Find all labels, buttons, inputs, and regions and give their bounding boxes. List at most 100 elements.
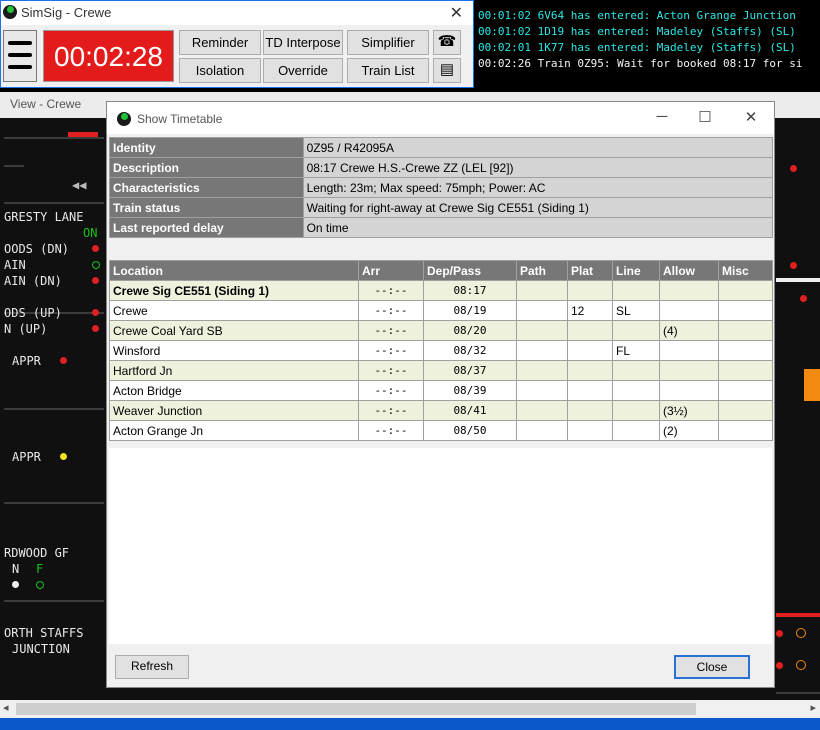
timetable-row[interactable]: Crewe Sig CE551 (Siding 1) --:-- 08:17	[109, 280, 773, 301]
timetable-row[interactable]: Acton Bridge --:-- 08/39	[109, 380, 773, 401]
column-header-dep-pass[interactable]: Dep/Pass	[423, 260, 517, 281]
signal-red-icon[interactable]	[776, 630, 783, 637]
cell-misc	[718, 420, 773, 441]
simsig-logo-icon	[3, 5, 17, 19]
cell-dep: 08/39	[423, 380, 517, 401]
main-title-bar[interactable]: SimSig - Crewe ✕	[1, 1, 473, 25]
column-header-misc[interactable]: Misc	[718, 260, 773, 281]
cell-allow	[659, 300, 719, 321]
cell-line	[612, 380, 660, 401]
horizontal-scrollbar[interactable]: ◂ ▸	[0, 700, 820, 718]
override-button[interactable]: Override	[263, 58, 343, 83]
isolation-button[interactable]: Isolation	[179, 58, 261, 83]
cell-dep: 08/20	[423, 320, 517, 341]
signal-red-icon[interactable]	[92, 277, 99, 284]
info-value: On time	[302, 217, 774, 238]
signal-red-icon[interactable]	[790, 262, 797, 269]
scroll-right-icon[interactable]: ▸	[810, 701, 816, 714]
reminder-button[interactable]: Reminder	[179, 30, 261, 55]
cell-path	[516, 280, 568, 301]
log-message: 00:01:02 6V64 has entered: Acton Grange …	[478, 9, 796, 22]
cell-path	[516, 300, 568, 321]
signal-red-icon[interactable]	[92, 245, 99, 252]
cell-path	[516, 340, 568, 361]
timetable-row[interactable]: Acton Grange Jn --:-- 08/50 (2)	[109, 420, 773, 441]
column-header-arr[interactable]: Arr	[358, 260, 424, 281]
cell-line	[612, 360, 660, 381]
cell-plat	[567, 360, 613, 381]
menu-button[interactable]	[3, 30, 37, 82]
location-label: ORTH STAFFS	[4, 626, 84, 640]
location-label: OODS (DN)	[4, 242, 70, 256]
cell-arr: --:--	[358, 320, 424, 341]
cell-path	[516, 320, 568, 341]
simsig-logo-icon	[117, 112, 131, 126]
column-header-allow[interactable]: Allow	[659, 260, 719, 281]
signal-ring-icon[interactable]	[796, 660, 806, 670]
sim-clock[interactable]: 00:02:28	[43, 30, 174, 82]
close-button[interactable]: Close	[674, 655, 750, 679]
cell-location: Acton Grange Jn	[109, 420, 359, 441]
info-label: Description	[109, 157, 304, 178]
info-value: Length: 23m; Max speed: 75mph; Power: AC	[302, 177, 774, 198]
simplifier-button[interactable]: Simplifier	[347, 30, 429, 55]
signal-red-icon[interactable]	[92, 325, 99, 332]
signal-red-icon[interactable]	[60, 357, 67, 364]
signal-green-ring-icon[interactable]	[92, 261, 100, 269]
cell-path	[516, 400, 568, 421]
location-label: ODS (UP)	[4, 306, 62, 320]
phone-icon[interactable]: ☎	[433, 30, 461, 55]
refresh-button[interactable]: Refresh	[115, 655, 189, 679]
scroll-left-icon[interactable]: ◂	[3, 701, 9, 714]
track-segment	[4, 202, 104, 204]
signal-yellow-icon[interactable]	[60, 453, 67, 460]
close-icon[interactable]: ✕	[450, 3, 463, 23]
close-icon[interactable]: ✕	[741, 108, 761, 126]
track-segment	[776, 692, 820, 694]
cell-misc	[718, 300, 773, 321]
platform-marker	[804, 369, 820, 401]
signal-red-icon[interactable]	[776, 662, 783, 669]
taskbar-edge	[0, 718, 820, 730]
cell-arr: --:--	[358, 420, 424, 441]
message-log[interactable]: 00:01:02 6V64 has entered: Acton Grange …	[476, 0, 820, 96]
signal-red-icon[interactable]	[790, 165, 797, 172]
timetable-table[interactable]: Location Arr Dep/Pass Path Plat Line All…	[109, 260, 773, 441]
column-header-plat[interactable]: Plat	[567, 260, 613, 281]
view-window-title: View - Crewe	[10, 97, 82, 111]
timetable-row[interactable]: Crewe --:-- 08/19 12 SL	[109, 300, 773, 321]
cell-path	[516, 360, 568, 381]
signal-ring-icon[interactable]	[796, 628, 806, 638]
gf-normal-indicator-icon	[12, 581, 19, 588]
info-row: Train status Waiting for right-away at Cr…	[109, 197, 774, 218]
cell-arr: --:--	[358, 300, 424, 321]
column-header-line[interactable]: Line	[612, 260, 660, 281]
timetable-row[interactable]: Hartford Jn --:-- 08/37	[109, 360, 773, 381]
cell-allow	[659, 380, 719, 401]
cell-location: Crewe	[109, 300, 359, 321]
cell-dep: 08/50	[423, 420, 517, 441]
scrollbar-thumb[interactable]	[16, 703, 696, 715]
cell-allow: (4)	[659, 320, 719, 341]
cell-misc	[718, 320, 773, 341]
signal-red-icon[interactable]	[92, 309, 99, 316]
signal-red-icon[interactable]	[800, 295, 807, 302]
maximize-icon[interactable]: ☐	[695, 108, 715, 126]
cell-line: FL	[612, 340, 660, 361]
timetable-row[interactable]: Weaver Junction --:-- 08/41 (3½)	[109, 400, 773, 421]
info-row: Last reported delay On time	[109, 217, 774, 238]
timetable-row[interactable]: Crewe Coal Yard SB --:-- 08/20 (4)	[109, 320, 773, 341]
dialog-title-bar[interactable]: Show Timetable ─ ☐ ✕	[107, 102, 774, 134]
td-interpose-button[interactable]: TD Interpose	[263, 30, 343, 55]
info-label: Characteristics	[109, 177, 304, 198]
column-header-path[interactable]: Path	[516, 260, 568, 281]
cell-arr: --:--	[358, 400, 424, 421]
minimize-icon[interactable]: ─	[652, 108, 672, 125]
train-list-button[interactable]: Train List	[347, 58, 429, 83]
printer-icon[interactable]: ▤	[433, 58, 461, 83]
info-row: Characteristics Length: 23m; Max speed: 7…	[109, 177, 774, 198]
column-header-location[interactable]: Location	[109, 260, 359, 281]
cell-misc	[718, 400, 773, 421]
timetable-row[interactable]: Winsford --:-- 08/32 FL	[109, 340, 773, 361]
cell-allow	[659, 340, 719, 361]
